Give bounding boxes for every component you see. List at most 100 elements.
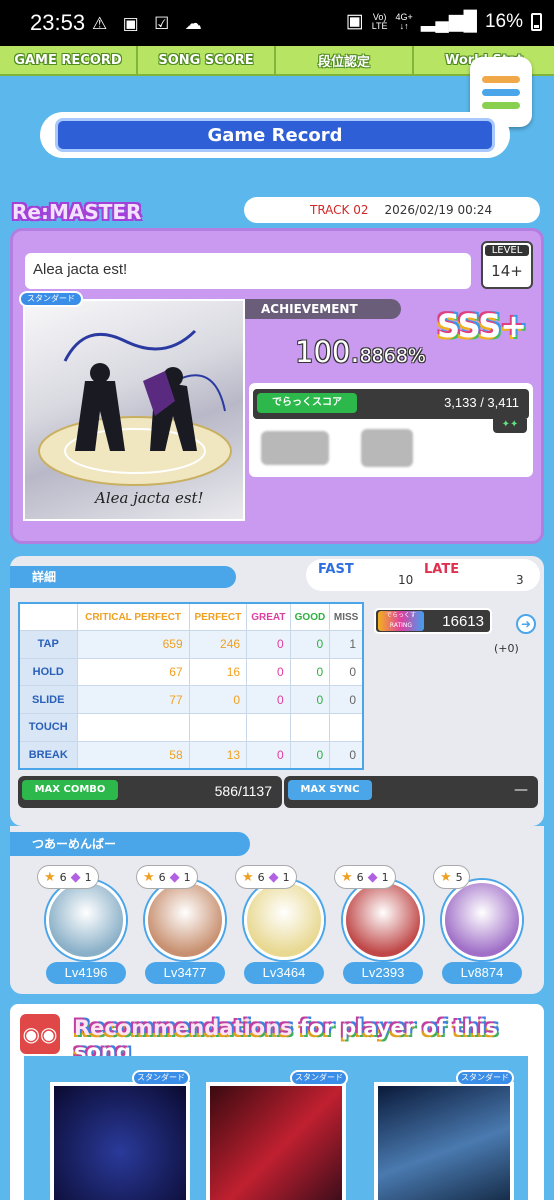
track-info: TRACK 02 2026/02/19 00:24 (244, 197, 540, 223)
table-cell: 0 (329, 740, 364, 770)
table-cell (76, 713, 190, 742)
table-cell: 16 (188, 657, 248, 687)
rating-value: 16613 (442, 613, 484, 630)
signal-icon: ▂▄▆█ (420, 11, 477, 32)
recommended-song-jacket[interactable] (50, 1082, 190, 1200)
tour-members-card: つあーめんばー ★ 6 ◆ 1 Lv4196 ★ 6 ◆ 1 Lv3477 ★ 6 ◆ 1 Lv3… (10, 826, 544, 994)
level-value: 14+ (491, 262, 523, 280)
dx-score-panel: でらっくスコア 3,133 / 3,411 ✦✦ (249, 383, 533, 477)
table-cell: 0 (289, 630, 331, 659)
table-cell: 77 (76, 685, 190, 715)
row-label: TAP (18, 630, 78, 659)
achievement-value: 100.8868% (295, 335, 426, 369)
dx-score-bar: でらっくスコア 3,133 / 3,411 (253, 389, 529, 419)
member-card[interactable]: ★ 6 ◆ 1 Lv2393 (335, 866, 431, 986)
crown-icon: ◆ (268, 869, 279, 885)
max-sync-label: MAX SYNC (288, 780, 372, 800)
recommended-song-jacket[interactable] (374, 1082, 514, 1200)
star-icon: ★ (143, 869, 155, 885)
clock: 23:53 (30, 10, 86, 35)
member-level: Lv3464 (244, 962, 324, 984)
achievement-label: ACHIEVEMENT (245, 299, 401, 319)
menu-bar-icon (482, 75, 520, 83)
table-cell: 0 (289, 657, 331, 687)
chart-type-badge: スタンダード (456, 1070, 514, 1086)
star-count: 6 (356, 870, 364, 884)
table-cell: 0 (246, 740, 291, 770)
table-cell (289, 713, 331, 742)
table-cell: 13 (188, 740, 248, 770)
column-header: GREAT (246, 602, 291, 632)
column-header: PERFECT (188, 602, 248, 632)
lte-label: LTE (371, 20, 388, 31)
table-cell: 0 (188, 685, 248, 715)
max-combo-box: MAX COMBO 586/1137 (18, 776, 282, 808)
table-cell: 0 (329, 657, 364, 687)
avatar (145, 880, 225, 960)
avatar (442, 880, 522, 960)
level-label: LEVEL (485, 245, 529, 256)
member-card[interactable]: ★ 5 Lv8874 (434, 866, 530, 986)
row-label: TOUCH (18, 713, 78, 742)
column-header: GOOD (289, 602, 331, 632)
record-card: Alea jacta est! LEVEL 14+ Alea jacta est… (10, 228, 544, 544)
notification-icons: ⚠ ▣ ☑ ☁ (92, 14, 207, 34)
table-row: TAP 659 246 0 0 1 (18, 630, 364, 659)
table-cell: 659 (76, 630, 190, 659)
table-cell (188, 713, 248, 742)
fast-value: 10 (398, 573, 414, 587)
fast-late-box: FAST 10 LATE 3 (306, 559, 540, 591)
avatar (46, 880, 126, 960)
star-icon: ★ (44, 869, 56, 885)
recommended-song-jacket[interactable] (206, 1082, 346, 1200)
crown-count: 1 (381, 870, 389, 884)
member-card[interactable]: ★ 6 ◆ 1 Lv4196 (38, 866, 134, 986)
tab-game-record[interactable]: GAME RECORD (0, 46, 138, 74)
crown-icon: ◆ (70, 869, 81, 885)
row-label: HOLD (18, 657, 78, 687)
recommend-icon: ◉◉ (20, 1014, 60, 1054)
star-count: 6 (257, 870, 265, 884)
avatar (343, 880, 423, 960)
detail-card: 詳細 FAST 10 LATE 3 CRITICAL PERFECT PERFE… (10, 556, 544, 826)
max-combo-label: MAX COMBO (22, 780, 118, 800)
battery-icon (531, 12, 542, 31)
max-sync-value: — (514, 782, 528, 798)
menu-bar-icon (482, 101, 520, 109)
page-title-banner: Game Record (40, 112, 510, 158)
recommendations-card: ◉◉ Recommendations for player of this so… (10, 1004, 544, 1200)
page-title: Game Record (55, 118, 495, 152)
tour-members-label: つあーめんばー (10, 832, 250, 856)
jacket-art: Alea jacta est! (38, 329, 232, 507)
member-card[interactable]: ★ 6 ◆ 1 Lv3464 (236, 866, 332, 986)
star-icon: ★ (341, 869, 353, 885)
do-not-disturb-icon: ▣ (345, 11, 364, 32)
max-combo-value: 586/1137 (214, 783, 272, 799)
column-header: MISS (329, 602, 364, 632)
star-count: 5 (455, 870, 463, 884)
member-level: Lv4196 (46, 962, 126, 984)
dx-stars: ✦✦ (493, 419, 527, 433)
play-datetime: 2026/02/19 00:24 (384, 203, 493, 217)
chevron-right-icon[interactable]: ➜ (516, 614, 536, 634)
table-row: BREAK 58 13 0 0 0 (18, 740, 364, 770)
table-row: TOUCH (18, 713, 364, 742)
difficulty-label: Re:MASTER (12, 200, 142, 224)
member-level: Lv3477 (145, 962, 225, 984)
max-sync-box: MAX SYNC — (284, 776, 538, 808)
chart-type-badge: スタンダード (19, 291, 83, 307)
table-cell: 67 (76, 657, 190, 687)
tab-dan-rank[interactable]: 段位認定 (276, 46, 414, 74)
sync-badge-icon (361, 429, 413, 467)
member-card[interactable]: ★ 6 ◆ 1 Lv3477 (137, 866, 233, 986)
member-level: Lv8874 (442, 962, 522, 984)
network-type: 4G+ (395, 11, 413, 22)
star-count: 6 (158, 870, 166, 884)
chart-type-badge: スタンダード (290, 1070, 348, 1086)
song-jacket: Alea jacta est! (23, 299, 245, 521)
crown-icon: ◆ (169, 869, 180, 885)
star-count: 6 (59, 870, 67, 884)
fast-label: FAST (318, 562, 354, 577)
tab-song-score[interactable]: SONG SCORE (138, 46, 276, 74)
crown-count: 1 (183, 870, 191, 884)
